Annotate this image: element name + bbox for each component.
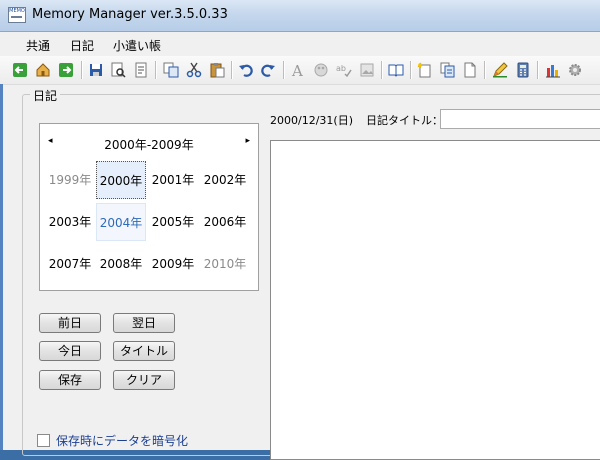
calendar-year-cell[interactable]: 2007年 — [45, 245, 95, 283]
calendar-year-cell[interactable]: 2006年 — [200, 203, 250, 241]
encrypt-on-save-option[interactable]: 保存時にデータを暗号化 — [37, 432, 188, 449]
chart-icon[interactable] — [545, 62, 561, 78]
calendar-range-header[interactable]: 2000年-2009年 — [40, 136, 258, 153]
menu-bar: 共通 日記 小遣い帳 — [0, 32, 600, 56]
calendar-year-cell[interactable]: 2010年 — [200, 245, 250, 283]
edit-icon[interactable] — [492, 62, 508, 78]
multi-document-icon[interactable] — [440, 62, 456, 78]
clear-button[interactable]: クリア — [113, 370, 175, 390]
menu-allowance-book[interactable]: 小遣い帳 — [113, 37, 161, 54]
calendar-year-cell[interactable]: 2001年 — [148, 161, 198, 199]
app-window: MEMO Memory Manager ver.3.5.0.33 共通 日記 小… — [0, 0, 600, 460]
print-icon[interactable] — [133, 62, 149, 78]
print-preview-icon[interactable] — [110, 62, 126, 78]
calendar-year-cell[interactable]: 2003年 — [45, 203, 95, 241]
font-icon[interactable]: A — [290, 62, 306, 78]
title-button[interactable]: タイトル — [113, 341, 175, 361]
paste-icon[interactable] — [209, 62, 225, 78]
diary-date: 2000/12/31(日) — [270, 114, 353, 127]
document-icon[interactable] — [462, 62, 478, 78]
undo-icon[interactable] — [238, 62, 254, 78]
calendar-year-cell[interactable]: 2005年 — [148, 203, 198, 241]
spell-check-icon[interactable]: ab — [336, 62, 352, 78]
image-icon[interactable] — [359, 62, 375, 78]
prev-day-button[interactable]: 前日 — [39, 313, 101, 333]
next-day-button[interactable]: 翌日 — [113, 313, 175, 333]
save-icon[interactable] — [88, 62, 104, 78]
today-button[interactable]: 今日 — [39, 341, 101, 361]
calendar-year-cell[interactable]: 2008年 — [96, 245, 146, 283]
svg-text:A: A — [291, 62, 303, 78]
calendar-year-cell[interactable]: 1999年 — [45, 161, 95, 199]
save-button[interactable]: 保存 — [39, 370, 101, 390]
title-bar[interactable]: MEMO Memory Manager ver.3.5.0.33 — [0, 0, 600, 32]
encrypt-label: 保存時にデータを暗号化 — [56, 434, 189, 448]
open-book-icon[interactable] — [388, 62, 404, 78]
left-edge — [0, 84, 3, 450]
color-icon[interactable] — [313, 62, 329, 78]
encrypt-checkbox[interactable] — [37, 434, 50, 447]
home-icon[interactable] — [35, 62, 51, 78]
menu-diary[interactable]: 日記 — [70, 37, 94, 54]
calculator-icon[interactable] — [515, 62, 531, 78]
forward-arrow-icon[interactable] — [58, 62, 74, 78]
redo-icon[interactable] — [260, 62, 276, 78]
year-calendar: ◂ 2000年-2009年 ▸ 1999年 2000年 2001年 2002年 … — [39, 123, 259, 291]
back-arrow-icon[interactable] — [12, 62, 28, 78]
calendar-year-cell[interactable]: 2002年 — [200, 161, 250, 199]
svg-text:ab: ab — [336, 64, 346, 73]
new-document-icon[interactable] — [417, 62, 433, 78]
toolbar: A ab — [0, 56, 600, 85]
diary-body-textarea[interactable] — [270, 140, 600, 460]
copy-icon[interactable] — [163, 62, 179, 78]
calendar-year-cell[interactable]: 2009年 — [148, 245, 198, 283]
menu-common[interactable]: 共通 — [26, 37, 50, 54]
diary-title-label: 日記タイトル： — [366, 114, 443, 127]
window-title: Memory Manager ver.3.5.0.33 — [32, 7, 228, 22]
memo-app-icon[interactable]: MEMO — [8, 7, 26, 23]
gear-icon[interactable] — [567, 62, 583, 78]
diary-title-input[interactable] — [440, 109, 600, 129]
calendar-year-cell-today[interactable]: 2004年 — [96, 203, 146, 241]
calendar-next-arrow-icon[interactable]: ▸ — [245, 136, 250, 146]
calendar-year-cell-selected[interactable]: 2000年 — [96, 161, 146, 199]
diary-group-label: 日記 — [30, 87, 61, 104]
cut-icon[interactable] — [186, 62, 202, 78]
